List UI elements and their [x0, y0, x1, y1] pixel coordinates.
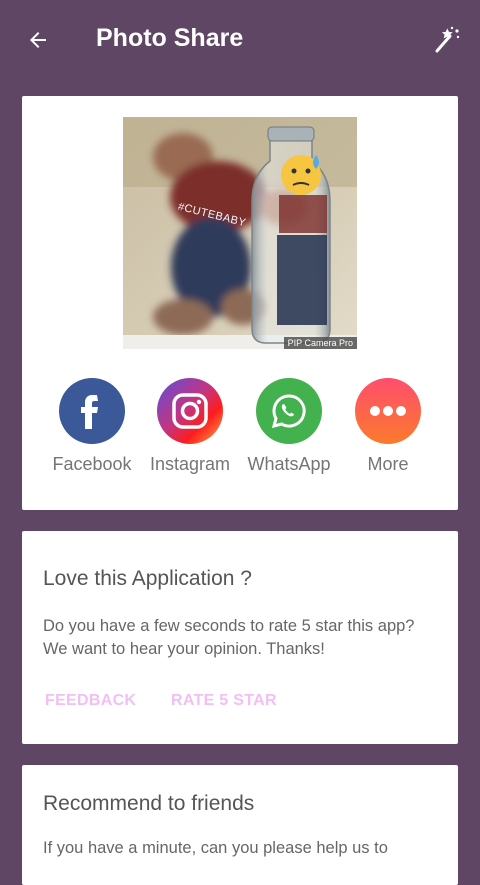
rate-card-body: Do you have a few seconds to rate 5 star…: [43, 617, 415, 658]
app-bar: Photo Share: [0, 0, 480, 78]
photo-image: [123, 117, 357, 349]
rate-5-star-button[interactable]: RATE 5 STAR: [171, 692, 277, 710]
share-whatsapp-label: WhatsApp: [247, 454, 331, 474]
feedback-button[interactable]: FEEDBACK: [45, 692, 136, 710]
whatsapp-icon: [256, 378, 322, 444]
share-facebook-button[interactable]: Facebook: [42, 378, 142, 475]
share-instagram-button[interactable]: Instagram: [140, 378, 240, 475]
share-more-button[interactable]: More: [338, 378, 438, 475]
share-instagram-label: Instagram: [149, 454, 231, 474]
magic-wand-button[interactable]: [424, 18, 468, 62]
back-button[interactable]: [18, 20, 58, 60]
facebook-icon: [59, 378, 125, 444]
photo-watermark: PIP Camera Pro: [283, 337, 357, 349]
recommend-card: Recommend to friends If you have a minut…: [22, 765, 458, 885]
share-facebook-label: Facebook: [52, 454, 132, 474]
share-more-label: More: [367, 454, 409, 474]
rate-card-title: Love this Application ?: [43, 567, 252, 590]
photo-preview: #CUTEBABY PIP Camera Pro: [123, 117, 357, 349]
share-options: Facebook Instagram WhatsApp More: [22, 378, 458, 478]
share-card: #CUTEBABY PIP Camera Pro Facebook Instag…: [22, 96, 458, 510]
rate-card: Love this Application ? Do you have a fe…: [22, 531, 458, 744]
recommend-card-body: If you have a minute, can you please hel…: [43, 839, 388, 857]
arrow-back-icon: [30, 32, 46, 48]
share-whatsapp-button[interactable]: WhatsApp: [239, 378, 339, 475]
magic-wand-icon: [435, 26, 460, 53]
page-title: Photo Share: [96, 24, 244, 52]
instagram-icon: [157, 378, 223, 444]
recommend-card-title: Recommend to friends: [43, 792, 255, 815]
more-icon: [355, 378, 421, 444]
